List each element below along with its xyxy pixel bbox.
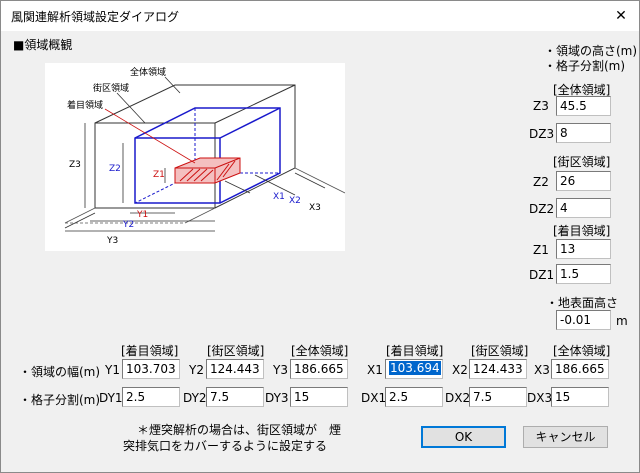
z3-label: Z3	[533, 99, 549, 113]
x3-label: X3	[534, 363, 550, 377]
hdr-x-block: [街区領域]	[471, 344, 529, 358]
hdr-y-block: [街区領域]	[207, 344, 265, 358]
window-title: 風関連解析領域設定ダイアログ	[11, 10, 180, 24]
y1-input[interactable]	[126, 361, 176, 377]
width-row-label: ・領域の幅(m)	[19, 365, 101, 379]
note-line-1: ＊煙突解析の場合は、街区領域が 煙	[137, 423, 342, 437]
dx3-label: DX3	[527, 391, 553, 405]
ok-button[interactable]: OK	[421, 426, 506, 448]
dy2-input[interactable]	[210, 389, 260, 405]
dz2-label: DZ2	[529, 202, 555, 216]
dz1-input[interactable]	[560, 266, 607, 282]
x2-field[interactable]	[469, 359, 527, 379]
ground-height-field[interactable]	[556, 310, 611, 330]
x2-label: X2	[452, 363, 468, 377]
dz3-label: DZ3	[529, 127, 555, 141]
x3-input[interactable]	[555, 361, 605, 377]
y3-field[interactable]	[290, 359, 348, 379]
cancel-button[interactable]: キャンセル	[523, 426, 608, 448]
focus-region-header: [着目領域]	[553, 224, 611, 238]
dz1-field[interactable]	[556, 264, 611, 284]
dz3-field[interactable]	[556, 123, 611, 143]
dx1-input[interactable]	[389, 389, 439, 405]
z1-label: Z1	[533, 243, 549, 257]
dy3-label: DY3	[265, 391, 289, 405]
z3-field[interactable]	[556, 96, 611, 116]
title-bar: 風関連解析領域設定ダイアログ ✕	[1, 1, 639, 31]
dx1-label: DX1	[361, 391, 387, 405]
dy1-label: DY1	[99, 391, 123, 405]
region-diagram: 全体領域 街区領域 着目領域 Z3 Z2 Z1 Y1 Y2 Y3 X1 X2 X…	[45, 63, 346, 251]
dz2-input[interactable]	[560, 200, 607, 216]
dx1-field[interactable]	[385, 387, 443, 407]
dy3-input[interactable]	[294, 389, 344, 405]
dx3-field[interactable]	[551, 387, 609, 407]
dialog-window: 風関連解析領域設定ダイアログ ✕ ■領域概観 全体領域 街区領域 着目領域 Z3…	[0, 0, 640, 473]
note-line-2: 突排気口をカバーするように設定する	[123, 439, 328, 453]
label-block-region: 街区領域	[93, 82, 129, 94]
z2-field[interactable]	[556, 171, 611, 191]
grid-row-label: ・格子分割(m)	[19, 393, 101, 407]
overview-heading: ■領域概観	[13, 38, 73, 52]
y2-input[interactable]	[210, 361, 260, 377]
y2-field[interactable]	[206, 359, 264, 379]
dx3-input[interactable]	[555, 389, 605, 405]
label-y3: Y3	[106, 236, 118, 246]
x3-field[interactable]	[551, 359, 609, 379]
x1-selected-text[interactable]: 103.694	[389, 361, 441, 375]
dy1-field[interactable]	[122, 387, 180, 407]
hdr-y-all: [全体領域]	[291, 344, 349, 358]
label-all-region: 全体領域	[130, 66, 166, 78]
z2-input[interactable]	[560, 173, 607, 189]
z3-input[interactable]	[560, 98, 607, 114]
z2-label: Z2	[533, 175, 549, 189]
dz1-label: DZ1	[529, 268, 555, 282]
region-diagram-svg: 全体領域 街区領域 着目領域 Z3 Z2 Z1 Y1 Y2 Y3 X1 X2 X…	[64, 66, 346, 246]
dy2-label: DY2	[183, 391, 207, 405]
label-z3: Z3	[69, 160, 81, 170]
ground-unit: m	[616, 314, 628, 328]
label-focus-region: 着目領域	[67, 99, 103, 111]
hdr-x-all: [全体領域]	[553, 344, 611, 358]
label-x1: X1	[273, 192, 285, 202]
dy1-input[interactable]	[126, 389, 176, 405]
close-button[interactable]: ✕	[609, 5, 633, 27]
label-y2: Y2	[122, 220, 134, 230]
label-z1: Z1	[153, 170, 165, 180]
grid-note: ・格子分割(m)	[544, 59, 626, 73]
hdr-y-focus: [着目領域]	[121, 344, 179, 358]
dx2-field[interactable]	[469, 387, 527, 407]
label-x2: X2	[289, 196, 301, 206]
y3-input[interactable]	[294, 361, 344, 377]
z1-input[interactable]	[560, 241, 607, 257]
dy3-field[interactable]	[290, 387, 348, 407]
x2-input[interactable]	[473, 361, 523, 377]
y1-field[interactable]	[122, 359, 180, 379]
label-z2: Z2	[109, 164, 121, 174]
x1-field[interactable]: 103.694	[385, 359, 443, 379]
block-region-header: [街区領域]	[553, 155, 611, 169]
z1-field[interactable]	[556, 239, 611, 259]
label-x3: X3	[309, 203, 321, 213]
ground-height-input[interactable]	[560, 312, 607, 328]
y2-label: Y2	[189, 363, 204, 377]
dx2-label: DX2	[445, 391, 471, 405]
dz3-input[interactable]	[560, 125, 607, 141]
dy2-field[interactable]	[206, 387, 264, 407]
hdr-x-focus: [着目領域]	[386, 344, 444, 358]
y3-label: Y3	[273, 363, 288, 377]
dz2-field[interactable]	[556, 198, 611, 218]
y1-label: Y1	[105, 363, 120, 377]
dx2-input[interactable]	[473, 389, 523, 405]
x1-label: X1	[367, 363, 383, 377]
ground-height-label: ・地表面高さ	[546, 296, 619, 310]
label-y1: Y1	[136, 210, 148, 220]
